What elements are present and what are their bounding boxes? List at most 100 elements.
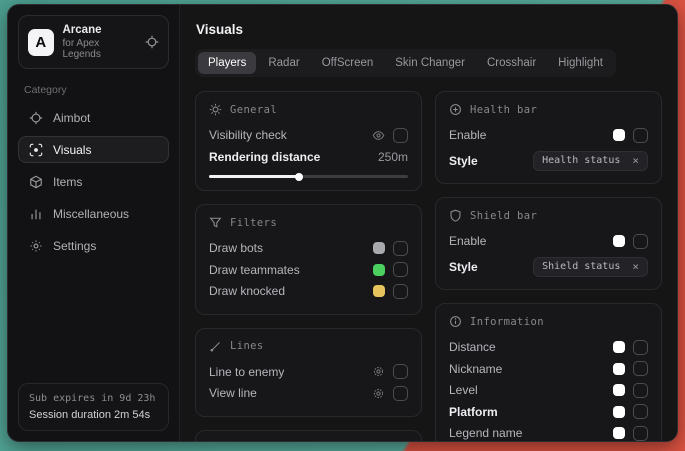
gear-icon bbox=[28, 239, 43, 253]
row-label: Enable bbox=[449, 128, 486, 142]
row-label: Legend name bbox=[449, 426, 522, 440]
sidebar-item-aimbot[interactable]: Aimbot bbox=[18, 104, 169, 131]
row-label: Draw bots bbox=[209, 241, 263, 255]
category-label: Category bbox=[24, 84, 163, 96]
visibility-check-checkbox[interactable] bbox=[393, 128, 408, 143]
row-label: View line bbox=[209, 386, 257, 400]
panel-title: Information bbox=[470, 316, 544, 328]
draw-knocked-checkbox[interactable] bbox=[393, 284, 408, 299]
row-label: Style bbox=[449, 260, 478, 274]
panel-information: Information Distance Nickname bbox=[435, 303, 662, 441]
tab-skin-changer[interactable]: Skin Changer bbox=[385, 52, 475, 74]
sidebar-item-items[interactable]: Items bbox=[18, 168, 169, 195]
row-visibility-check: Visibility check bbox=[209, 125, 408, 146]
row-view-line: View line bbox=[209, 383, 408, 404]
panel-title: Health bar bbox=[470, 104, 537, 116]
panel-lines-header: Lines bbox=[209, 340, 408, 353]
tab-radar[interactable]: Radar bbox=[258, 52, 309, 74]
row-draw-teammates: Draw teammates bbox=[209, 260, 408, 281]
panel-information-header: Information bbox=[449, 315, 648, 328]
tab-players[interactable]: Players bbox=[198, 52, 256, 74]
row-label: Draw teammates bbox=[209, 263, 300, 277]
eye-scan-icon bbox=[28, 143, 43, 157]
row-label: Style bbox=[449, 154, 478, 168]
bars-icon bbox=[28, 207, 43, 221]
rendering-distance-slider[interactable] bbox=[209, 175, 408, 178]
color-swatch[interactable] bbox=[613, 341, 625, 353]
gear-sun-icon bbox=[209, 103, 222, 116]
shield-style-select[interactable]: Shield status × bbox=[533, 257, 648, 277]
color-swatch[interactable] bbox=[613, 384, 625, 396]
level-checkbox[interactable] bbox=[633, 383, 648, 398]
color-swatch[interactable] bbox=[613, 363, 625, 375]
sidebar: A Arcane for Apex Legends Category bbox=[8, 5, 180, 441]
brand-subtitle: for Apex Legends bbox=[63, 38, 137, 60]
color-swatch[interactable] bbox=[613, 235, 625, 247]
brand-card: A Arcane for Apex Legends bbox=[18, 15, 169, 69]
health-enable-checkbox[interactable] bbox=[633, 128, 648, 143]
slider-fill bbox=[209, 175, 299, 178]
close-icon[interactable]: × bbox=[632, 261, 639, 272]
tab-crosshair[interactable]: Crosshair bbox=[477, 52, 546, 74]
color-swatch[interactable] bbox=[613, 427, 625, 439]
color-swatch[interactable] bbox=[373, 264, 385, 276]
color-swatch[interactable] bbox=[373, 285, 385, 297]
view-line-checkbox[interactable] bbox=[393, 386, 408, 401]
shield-enable-checkbox[interactable] bbox=[633, 234, 648, 249]
sidebar-item-label: Items bbox=[53, 175, 82, 189]
sidebar-item-settings[interactable]: Settings bbox=[18, 232, 169, 259]
panel-general: General Visibility check bbox=[195, 91, 422, 191]
panel-shield-bar-header: Shield bar bbox=[449, 209, 648, 222]
sub-expires-text: Sub expires in 9d 23h bbox=[29, 393, 158, 404]
row-health-style: Style Health status × bbox=[449, 151, 648, 172]
target-icon[interactable] bbox=[145, 35, 159, 49]
nickname-checkbox[interactable] bbox=[633, 361, 648, 376]
line-to-enemy-checkbox[interactable] bbox=[393, 364, 408, 379]
distance-checkbox[interactable] bbox=[633, 340, 648, 355]
row-shield-style: Style Shield status × bbox=[449, 257, 648, 278]
platform-checkbox[interactable] bbox=[633, 404, 648, 419]
tab-highlight[interactable]: Highlight bbox=[548, 52, 613, 74]
page-title: Visuals bbox=[196, 22, 662, 37]
panel-title: Lines bbox=[230, 340, 264, 352]
close-icon[interactable]: × bbox=[632, 155, 639, 166]
eye-icon[interactable] bbox=[372, 129, 385, 142]
slider-knob[interactable] bbox=[295, 173, 303, 181]
draw-bots-checkbox[interactable] bbox=[393, 241, 408, 256]
health-style-select[interactable]: Health status × bbox=[533, 151, 648, 171]
row-shield-enable: Enable bbox=[449, 231, 648, 252]
panel-title: Filters bbox=[230, 217, 277, 229]
sidebar-item-label: Visuals bbox=[53, 143, 91, 157]
row-legend-name: Legend name bbox=[449, 423, 648, 441]
shield-style-value: Shield status bbox=[542, 261, 620, 272]
panel-shield-bar: Shield bar Enable Style Shield status bbox=[435, 197, 662, 290]
tab-offscreen[interactable]: OffScreen bbox=[312, 52, 384, 74]
rendering-distance-value: 250m bbox=[378, 150, 408, 164]
app-window: A Arcane for Apex Legends Category bbox=[7, 4, 678, 442]
row-distance: Distance bbox=[449, 337, 648, 358]
visuals-tabbar: Players Radar OffScreen Skin Changer Cro… bbox=[195, 49, 616, 77]
sidebar-item-visuals[interactable]: Visuals bbox=[18, 136, 169, 163]
color-swatch[interactable] bbox=[373, 242, 385, 254]
row-draw-knocked: Draw knocked bbox=[209, 281, 408, 302]
panel-health-bar: Health bar Enable Style Health status bbox=[435, 91, 662, 184]
crosshair-icon bbox=[28, 111, 43, 125]
right-column: Health bar Enable Style Health status bbox=[435, 91, 662, 441]
info-icon bbox=[449, 315, 462, 328]
legend-name-checkbox[interactable] bbox=[633, 426, 648, 441]
panel-box: Box Enable Enable background bbox=[195, 430, 422, 442]
row-label: Enable bbox=[449, 234, 486, 248]
brand-logo: A bbox=[28, 29, 54, 56]
row-label: Line to enemy bbox=[209, 365, 284, 379]
color-swatch[interactable] bbox=[613, 129, 625, 141]
panel-filters: Filters Draw bots Draw teammates bbox=[195, 204, 422, 315]
subscription-card: Sub expires in 9d 23h Session duration 2… bbox=[18, 383, 169, 431]
gear-icon[interactable] bbox=[372, 365, 385, 378]
gear-icon[interactable] bbox=[372, 387, 385, 400]
panel-general-header: General bbox=[209, 103, 408, 116]
health-style-value: Health status bbox=[542, 155, 620, 166]
row-rendering-distance: Rendering distance 250m bbox=[209, 147, 408, 168]
draw-teammates-checkbox[interactable] bbox=[393, 262, 408, 277]
color-swatch[interactable] bbox=[613, 406, 625, 418]
sidebar-item-miscellaneous[interactable]: Miscellaneous bbox=[18, 200, 169, 227]
